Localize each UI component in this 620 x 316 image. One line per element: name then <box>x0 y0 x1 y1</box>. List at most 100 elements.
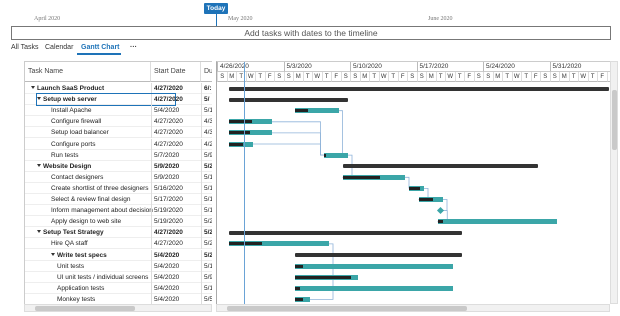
column-header-task-name[interactable]: Task Name <box>25 62 151 82</box>
start-date-cell[interactable]: 5/4/2020 <box>151 249 201 261</box>
duration-cell[interactable]: 5/9 <box>201 271 212 283</box>
start-date-cell[interactable]: 5/4/2020 <box>151 282 201 294</box>
duration-cell[interactable]: 5/9 <box>201 149 212 161</box>
column-header-duration[interactable]: Du <box>201 62 212 82</box>
table-row[interactable]: Hire QA staff 4/27/20205/2 <box>25 238 212 250</box>
table-row[interactable]: Setup Test Strategy 4/27/20205/2 <box>25 227 212 239</box>
table-row[interactable]: Apply design to web site 5/19/20205/2 <box>25 216 212 228</box>
start-date-cell[interactable]: 5/9/2020 <box>151 171 201 183</box>
table-row[interactable]: Inform management about decision 5/19/202… <box>25 205 212 217</box>
table-row[interactable]: Launch SaaS Product 4/27/2020 6/: <box>25 83 212 94</box>
duration-cell[interactable]: 5/1 <box>201 194 212 205</box>
gantt-chart-area[interactable]: 4/26/2020 S M T W T F S 5/3/2020 S M T W T F S 5/10/2020… <box>216 61 610 304</box>
table-row[interactable]: Website Design 5/9/20205/2 <box>25 160 212 172</box>
table-row[interactable]: Create shortlist of three designers 5/16/… <box>25 182 212 194</box>
duration-cell[interactable]: 5/ <box>201 94 212 106</box>
summary-bar[interactable] <box>342 164 538 169</box>
task-bar[interactable] <box>295 108 339 114</box>
duration-cell[interactable]: 4/2 <box>201 138 212 150</box>
duration-cell[interactable]: 5/1 <box>201 260 212 272</box>
table-row[interactable]: Monkey tests 5/4/20205/5 <box>25 293 212 304</box>
duration-cell[interactable]: 6/: <box>201 83 212 94</box>
task-bar[interactable] <box>409 185 424 191</box>
duration-cell[interactable]: 5/1 <box>201 205 212 217</box>
table-row[interactable]: Unit tests 5/4/20205/1 <box>25 260 212 272</box>
start-date-cell[interactable]: 4/27/2020 <box>151 227 201 239</box>
task-bar[interactable] <box>295 285 453 291</box>
duration-cell[interactable]: 5/5 <box>201 293 212 304</box>
duration-cell[interactable]: 5/1 <box>201 171 212 183</box>
task-bar[interactable] <box>323 152 348 158</box>
start-date-cell[interactable]: 4/27/2020 <box>151 127 201 139</box>
start-date-cell[interactable]: 4/27/2020 <box>151 138 201 150</box>
duration-cell[interactable]: 5/2 <box>201 238 212 250</box>
start-date-cell[interactable]: 5/19/2020 <box>151 205 201 217</box>
duration-cell[interactable]: 5/2 <box>201 216 212 228</box>
table-row[interactable]: Configure firewall 4/27/20204/3 <box>25 116 212 128</box>
tab-all-tasks[interactable]: All Tasks <box>11 44 39 51</box>
task-bar[interactable] <box>295 296 310 302</box>
duration-cell[interactable]: 5/2 <box>201 160 212 172</box>
duration-cell[interactable]: 5/1 <box>201 282 212 294</box>
task-bar[interactable] <box>342 174 405 180</box>
grid-horizontal-scrollbar[interactable] <box>24 304 212 312</box>
table-row[interactable]: Write test specs 5/4/20205/2 <box>25 249 212 261</box>
duration-cell[interactable]: 5/1 <box>201 105 212 117</box>
column-header-start-date[interactable]: Start Date <box>151 62 201 82</box>
summary-bar[interactable] <box>295 253 462 257</box>
start-date-cell[interactable]: 5/4/2020 <box>151 271 201 283</box>
start-date-cell[interactable]: 4/27/2020 <box>151 116 201 128</box>
summary-bar[interactable] <box>228 97 348 102</box>
table-row[interactable]: Setup web server 4/27/2020 5/ <box>25 93 212 107</box>
start-date-cell[interactable]: 5/4/2020 <box>151 105 201 117</box>
table-row[interactable]: Application tests 5/4/20205/1 <box>25 282 212 294</box>
start-date-cell[interactable]: 5/4/2020 <box>151 260 201 272</box>
timeline-drop-area[interactable]: Add tasks with dates to the timeline <box>11 26 611 40</box>
collapse-arrow-icon[interactable] <box>37 163 41 167</box>
table-row[interactable]: Select & review final design 5/17/20205/1 <box>25 194 212 205</box>
duration-cell[interactable]: 5/2 <box>201 227 212 239</box>
collapse-arrow-icon[interactable] <box>31 86 35 89</box>
collapse-arrow-icon[interactable] <box>51 252 55 256</box>
gantt-scroll-thumb[interactable] <box>227 306 467 311</box>
task-grid[interactable]: Task Name Start Date Du Launch SaaS Prod… <box>24 61 212 304</box>
tab-calendar[interactable]: Calendar <box>45 44 73 51</box>
table-row[interactable]: UI unit tests / individual screens 5/4/20… <box>25 271 212 283</box>
start-date-cell[interactable]: 5/19/2020 <box>151 216 201 228</box>
table-row[interactable]: Setup load balancer 4/27/20204/3 <box>25 127 212 139</box>
duration-cell[interactable]: 4/3 <box>201 127 212 139</box>
table-row[interactable]: Configure ports 4/27/20204/2 <box>25 138 212 150</box>
summary-bar[interactable] <box>228 86 609 91</box>
start-date-cell[interactable]: 5/17/2020 <box>151 194 201 205</box>
collapse-arrow-icon[interactable] <box>37 97 41 101</box>
duration-cell[interactable]: 5/1 <box>201 182 212 194</box>
grid-scroll-thumb[interactable] <box>35 306 135 311</box>
start-date-cell[interactable]: 5/4/2020 <box>151 293 201 304</box>
start-date-cell[interactable]: 5/9/2020 <box>151 160 201 172</box>
start-date-cell[interactable]: 4/27/2020 <box>151 238 201 250</box>
task-bar[interactable] <box>418 197 443 202</box>
start-date-cell[interactable]: 4/27/2020 <box>151 94 201 106</box>
duration-cell[interactable]: 5/2 <box>201 249 212 261</box>
summary-bar[interactable] <box>228 230 462 235</box>
start-date-cell[interactable]: 5/7/2020 <box>151 149 201 161</box>
task-bar[interactable] <box>228 141 253 147</box>
start-date-cell[interactable]: 5/16/2020 <box>151 182 201 194</box>
duration-cell[interactable]: 4/3 <box>201 116 212 128</box>
table-row[interactable]: Run tests 5/7/20205/9 <box>25 149 212 161</box>
collapse-arrow-icon[interactable] <box>37 230 41 234</box>
timeline[interactable]: April 2020 May 2020 June 2020 Today Add … <box>0 0 620 44</box>
task-bar[interactable] <box>437 219 557 225</box>
task-bar[interactable] <box>228 130 272 136</box>
tab-gantt-chart[interactable]: Gantt Chart <box>81 44 120 51</box>
today-marker[interactable]: Today <box>204 3 228 14</box>
table-row[interactable]: Contact designers 5/9/20205/1 <box>25 171 212 183</box>
task-bar[interactable] <box>295 263 453 269</box>
task-bar[interactable] <box>295 274 358 280</box>
start-date-cell[interactable]: 4/27/2020 <box>151 83 201 94</box>
task-bar[interactable] <box>228 119 272 125</box>
table-row[interactable]: Install Apache 5/4/20205/1 <box>25 105 212 117</box>
gantt-vertical-scrollbar[interactable] <box>610 61 618 304</box>
vertical-scroll-thumb[interactable] <box>612 90 617 150</box>
more-tabs-icon[interactable]: ··· <box>130 44 137 51</box>
